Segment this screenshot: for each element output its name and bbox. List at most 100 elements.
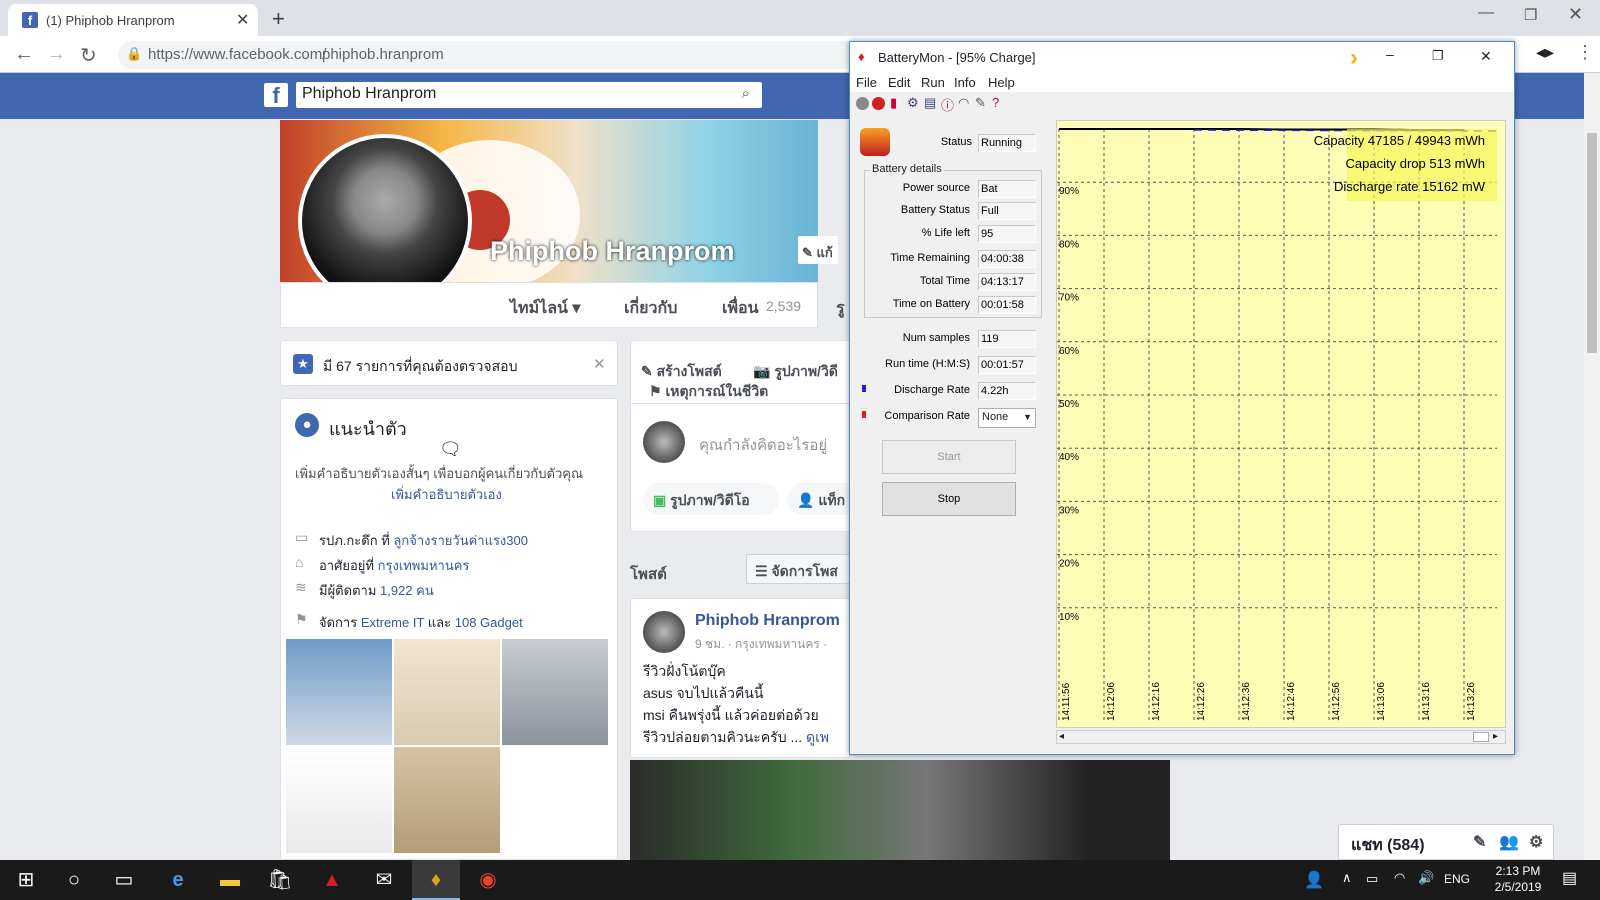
life-event-tab[interactable]: ⚑ เหตุการณ์ในชีวิต: [649, 381, 768, 403]
intro-add-link[interactable]: เพิ่มคำอธิบายตัวเอง: [391, 484, 502, 505]
star-icon: ★: [293, 354, 313, 374]
cortana-search-icon[interactable]: ○: [60, 866, 88, 894]
back-icon[interactable]: ←: [14, 43, 34, 66]
create-post-tab[interactable]: ✎ สร้างโพสต์: [641, 361, 722, 383]
restore-window-icon[interactable]: ❐: [1524, 6, 1537, 24]
report-icon[interactable]: ▤: [924, 95, 936, 111]
post-author[interactable]: Phiphob Hranprom: [695, 612, 840, 630]
detail-followers-link[interactable]: 1,922 คน: [380, 583, 434, 598]
comparison-rate-select[interactable]: None ▼: [978, 408, 1036, 428]
minimize-window-icon[interactable]: —: [1478, 4, 1494, 22]
game-app-icon[interactable]: ▲: [318, 866, 346, 894]
volume-icon[interactable]: 🔊: [1418, 870, 1434, 886]
stop-icon[interactable]: [872, 97, 885, 110]
battery-icon[interactable]: ▮: [890, 95, 897, 111]
close-icon[interactable]: ✕: [1480, 48, 1492, 65]
gauge-icon[interactable]: ◠: [958, 95, 969, 111]
clock-time[interactable]: 2:13 PM: [1488, 864, 1548, 878]
review-banner[interactable]: ★ มี 67 รายการที่คุณต้องตรวจสอบ ✕: [280, 340, 618, 386]
address-bar[interactable]: 🔒 https://www.facebook.com/ phiphob.hran…: [118, 41, 858, 69]
search-icon[interactable]: ⌕: [742, 85, 750, 102]
settings-icon[interactable]: ⚙: [907, 95, 919, 111]
edit-cover-button[interactable]: ✎ แก้: [798, 236, 838, 264]
menu-run[interactable]: Run: [921, 75, 945, 90]
chrome-icon[interactable]: ◉: [474, 866, 502, 894]
page-scrollbar[interactable]: [1584, 73, 1600, 860]
dismiss-icon[interactable]: ✕: [593, 355, 606, 373]
more-menu-icon[interactable]: ⋮: [1576, 42, 1594, 63]
tab-photos[interactable]: รู: [836, 296, 848, 321]
wifi-icon[interactable]: ◠: [1394, 870, 1405, 886]
post-image[interactable]: [630, 760, 1170, 860]
post-avatar[interactable]: [643, 611, 685, 653]
file-explorer-icon[interactable]: ▬: [216, 866, 244, 894]
scroll-left-icon[interactable]: ◂: [1059, 731, 1064, 742]
tab-timeline[interactable]: ไทม์ไลน์ ▾: [510, 296, 580, 321]
windows-start-icon[interactable]: ⊞: [12, 866, 40, 894]
battery-tray-icon[interactable]: ▭: [1366, 871, 1378, 887]
detail-manages-link2[interactable]: 108 Gadget: [455, 615, 523, 630]
photo-video-tab[interactable]: 📷 รูปภาพ/วิดี: [753, 361, 838, 383]
composer-tag-button[interactable]: 👤 แท็ก: [787, 483, 849, 515]
page-scroll-thumb[interactable]: [1587, 133, 1597, 353]
group-icon[interactable]: 👥: [1499, 832, 1519, 852]
store-icon[interactable]: 🛍: [266, 866, 294, 894]
people-icon[interactable]: 👤: [1304, 870, 1324, 890]
chart-scrollbar[interactable]: ◂ ▸: [1056, 730, 1506, 744]
batterymon-titlebar[interactable]: ♦ BatteryMon - [95% Charge] › – ❐ ✕: [850, 42, 1514, 72]
see-more-link[interactable]: ดูเพ: [806, 729, 829, 745]
battery-chart-svg: 90% 80% 70% 60% 50% 40% 30% 20% 10% 14:11:56 14:12…: [1057, 128, 1498, 721]
menu-help[interactable]: Help: [988, 75, 1015, 90]
photo-thumbnail[interactable]: [286, 747, 392, 853]
cast-icon[interactable]: ◂▸: [1536, 42, 1554, 63]
tab-close-icon[interactable]: ✕: [236, 10, 249, 30]
photo-thumbnail[interactable]: [394, 639, 500, 745]
composer-photo-button[interactable]: ▣ รูปภาพ/วิดีโอ: [643, 483, 779, 515]
scroll-right-icon[interactable]: ▸: [1493, 731, 1498, 742]
scroll-thumb[interactable]: [1473, 732, 1489, 742]
minimize-icon[interactable]: –: [1386, 46, 1394, 62]
menu-edit[interactable]: Edit: [888, 75, 910, 90]
photo-thumbnail[interactable]: [394, 747, 500, 853]
reload-icon[interactable]: ↻: [80, 43, 97, 68]
clock-date[interactable]: 2/5/2019: [1488, 880, 1548, 894]
new-tab-icon[interactable]: +: [272, 6, 285, 32]
composer-input[interactable]: คุณกำลังคิดอะไรอยู่: [699, 433, 827, 457]
task-view-icon[interactable]: ▭: [110, 866, 138, 894]
detail-home-link[interactable]: กรุงเทพมหานคร: [378, 558, 470, 573]
stop-button[interactable]: Stop: [882, 482, 1016, 516]
manage-posts-button[interactable]: ☰ จัดการโพส: [746, 554, 850, 584]
photo-thumbnail[interactable]: [502, 639, 608, 745]
show-hidden-icons[interactable]: ∧: [1342, 870, 1352, 886]
tool-icon[interactable]: ✎: [975, 95, 986, 111]
facebook-logo-icon[interactable]: f: [264, 83, 288, 108]
action-center-icon[interactable]: ▤: [1562, 868, 1577, 888]
close-window-icon[interactable]: ✕: [1568, 4, 1583, 25]
detail-manages-link[interactable]: Extreme IT: [361, 615, 424, 630]
compose-icon[interactable]: ✎: [1473, 832, 1486, 852]
gear-icon[interactable]: ⚙: [1529, 832, 1543, 852]
record-icon[interactable]: [856, 97, 869, 110]
info-icon[interactable]: ⓘ: [941, 95, 954, 114]
batterymon-taskbar-icon: ♦: [430, 869, 442, 891]
detail-label: Battery Status: [900, 204, 970, 216]
input-language[interactable]: ENG: [1444, 872, 1470, 886]
friends-count: 2,539: [766, 298, 802, 314]
menu-file[interactable]: File: [856, 75, 877, 90]
photo-thumbnail[interactable]: [286, 639, 392, 745]
tab-friends[interactable]: เพื่อน: [722, 296, 759, 321]
facebook-search-input[interactable]: Phiphob Hranprom ⌕: [296, 82, 762, 108]
detail-work-link[interactable]: ลูกจ้างรายวันค่าแรง300: [393, 533, 528, 548]
menu-info[interactable]: Info: [954, 75, 976, 90]
browser-tab[interactable]: f (1) Phiphob Hranprom ✕: [8, 4, 258, 36]
maximize-icon[interactable]: ❐: [1432, 48, 1444, 64]
start-button[interactable]: Start: [882, 440, 1016, 474]
tab-about[interactable]: เกี่ยวกับ: [624, 296, 677, 321]
x-tick-label: 14:12:46: [1286, 682, 1297, 721]
facebook-favicon-icon: f: [22, 12, 38, 28]
forward-icon[interactable]: →: [46, 43, 66, 66]
edge-icon[interactable]: e: [164, 866, 192, 894]
mail-icon[interactable]: ✉: [370, 866, 398, 894]
chat-bar[interactable]: แชท (584) ✎ 👥 ⚙: [1338, 824, 1554, 860]
help-icon[interactable]: ?: [992, 95, 999, 110]
